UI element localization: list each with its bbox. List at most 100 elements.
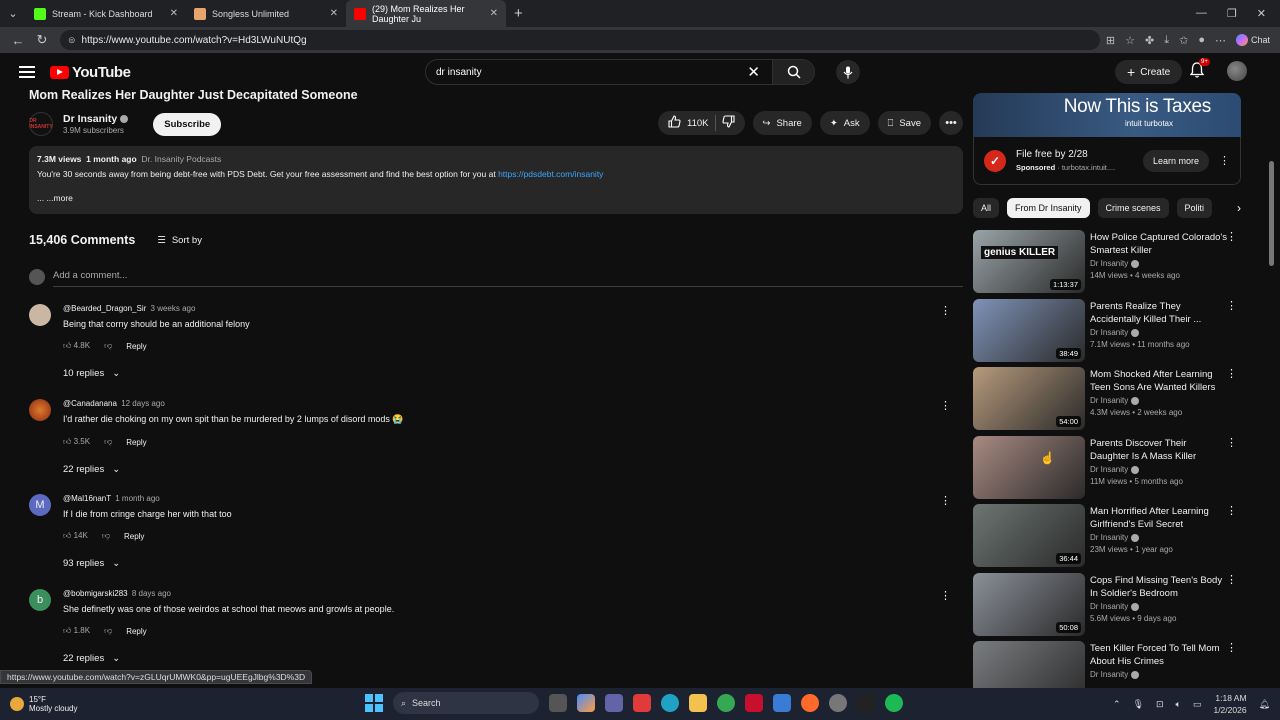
channel-avatar[interactable]: DR INSANITY	[29, 112, 53, 136]
save-button[interactable]: ⎕ Save	[877, 111, 931, 135]
comment-menu-icon[interactable]: ⋮	[940, 494, 951, 507]
media-icon[interactable]	[801, 694, 819, 712]
description-link[interactable]: https://pdsdebt.com/insanity	[498, 169, 603, 179]
comment-author[interactable]: @Bearded_Dragon_Sir	[63, 304, 146, 313]
close-window-icon[interactable]: ✕	[1257, 7, 1266, 20]
chip-all[interactable]: All	[973, 198, 1000, 218]
comment-author[interactable]: @bobmigarski283	[63, 589, 128, 598]
channel-name[interactable]: Dr Insanity	[63, 113, 117, 125]
comment-time[interactable]: 8 days ago	[132, 589, 171, 598]
ask-button[interactable]: ✦ Ask	[819, 111, 870, 135]
tab-youtube[interactable]: (29) Mom Realizes Her Daughter Ju ✕	[346, 0, 506, 27]
menu-dots-icon[interactable]: ⋯	[1215, 34, 1226, 47]
video-title[interactable]: How Police Captured Colorado's Smartest …	[1090, 231, 1228, 257]
recommended-video[interactable]: 36:44 Man Horrified After Learning Girlfr…	[973, 504, 1243, 568]
close-icon[interactable]: ✕	[170, 8, 178, 19]
chip-from-dr-insanity[interactable]: From Dr Insanity	[1007, 198, 1090, 218]
video-menu-icon[interactable]: ⋮	[1226, 504, 1237, 517]
chrome-icon[interactable]	[717, 694, 735, 712]
download-icon[interactable]: ⤓	[1164, 34, 1169, 47]
clear-search-icon[interactable]: ✕	[747, 63, 760, 81]
new-tab-button[interactable]: +	[514, 5, 523, 22]
video-thumbnail[interactable]: 50:08	[973, 573, 1085, 636]
video-channel[interactable]: Dr Insanity	[1090, 328, 1128, 337]
ad-menu-icon[interactable]: ⋮	[1219, 154, 1230, 167]
chip-crime-scenes[interactable]: Crime scenes	[1097, 198, 1169, 218]
sort-button[interactable]: ☰ Sort by	[157, 235, 202, 246]
description-box[interactable]: 7.3M views 1 month ago Dr. Insanity Podc…	[29, 146, 963, 214]
share-button[interactable]: ↪ Share	[752, 111, 812, 135]
bookmark-star-icon[interactable]: ☆	[1125, 34, 1135, 47]
extensions-icon[interactable]: ✤	[1145, 34, 1154, 47]
comment-time[interactable]: 1 month ago	[115, 494, 159, 503]
copilot-taskbar-icon[interactable]	[577, 694, 595, 712]
recommended-video[interactable]: genius KILLER 1:13:37 How Police Captured …	[973, 230, 1243, 294]
store-icon[interactable]	[773, 694, 791, 712]
video-channel[interactable]: Dr Insanity	[1090, 602, 1128, 611]
edge-icon[interactable]	[661, 694, 679, 712]
dislike-button[interactable]	[721, 115, 735, 131]
video-title[interactable]: Parents Discover Their Daughter Is A Mas…	[1090, 437, 1228, 463]
chip-politics[interactable]: Politi	[1176, 198, 1213, 218]
notification-center-icon[interactable]: 🔔︎	[1259, 699, 1270, 710]
video-thumbnail[interactable]	[973, 436, 1085, 499]
video-title[interactable]: Teen Killer Forced To Tell Mom About His…	[1090, 642, 1228, 668]
video-channel[interactable]: Dr Insanity	[1090, 465, 1128, 474]
spotify-icon[interactable]	[885, 694, 903, 712]
video-thumbnail[interactable]: genius KILLER 1:13:37	[973, 230, 1085, 293]
microphone-tray-icon[interactable]: 🎙︎	[1133, 699, 1144, 710]
back-icon[interactable]: ←	[6, 33, 30, 48]
search-input[interactable]	[426, 66, 748, 78]
comment-menu-icon[interactable]: ⋮	[940, 589, 951, 602]
close-icon[interactable]: ✕	[330, 8, 338, 19]
clock[interactable]: 1:18 AM 1/2/2026	[1213, 692, 1246, 716]
thumbs-down-icon[interactable]: 👎︎	[104, 341, 112, 351]
comment-time[interactable]: 3 weeks ago	[151, 304, 196, 313]
video-channel[interactable]: Dr Insanity	[1090, 533, 1128, 542]
video-channel[interactable]: Dr Insanity	[1090, 396, 1128, 405]
video-menu-icon[interactable]: ⋮	[1226, 367, 1237, 380]
tab-list-button[interactable]: ⌄	[0, 0, 26, 27]
notifications-button[interactable]: 9+	[1189, 58, 1210, 83]
profile-icon[interactable]: ●	[1198, 34, 1205, 46]
video-thumbnail[interactable]: 36:44	[973, 504, 1085, 567]
voice-search-button[interactable]	[836, 60, 860, 84]
video-menu-icon[interactable]: ⋮	[1226, 299, 1237, 312]
task-view-icon[interactable]	[549, 694, 567, 712]
comment-time[interactable]: 12 days ago	[121, 399, 165, 408]
video-menu-icon[interactable]: ⋮	[1226, 436, 1237, 449]
url-field[interactable]: ⊜ https://www.youtube.com/watch?v=Hd3LWu…	[60, 30, 1100, 50]
thumbs-down-icon[interactable]: 👎︎	[104, 437, 112, 447]
video-menu-icon[interactable]: ⋮	[1226, 230, 1237, 243]
create-button[interactable]: + Create	[1115, 60, 1183, 84]
scrollbar-thumb[interactable]	[1269, 161, 1274, 266]
tab-songless[interactable]: Songless Unlimited ✕	[186, 0, 346, 27]
like-button[interactable]: 👍︎ 4.8K	[63, 341, 90, 351]
view-replies-button[interactable]: 22 replies ⌄	[63, 653, 394, 664]
minimize-icon[interactable]: —	[1196, 7, 1207, 20]
search-button[interactable]	[772, 60, 814, 84]
reply-button[interactable]: Reply	[126, 438, 146, 447]
app-icon[interactable]	[633, 694, 651, 712]
account-avatar[interactable]	[1227, 61, 1247, 81]
video-channel[interactable]: Dr Insanity	[1090, 259, 1128, 268]
taskbar-search[interactable]: ⌕ Search	[393, 692, 539, 714]
video-title[interactable]: Mom Shocked After Learning Teen Sons Are…	[1090, 368, 1228, 394]
show-more-link[interactable]: ... ...more	[37, 193, 955, 203]
windows-start-icon[interactable]	[365, 694, 383, 712]
recommended-video[interactable]: 54:00 Mom Shocked After Learning Teen Son…	[973, 367, 1243, 431]
video-title[interactable]: Parents Realize They Accidentally Killed…	[1090, 300, 1228, 326]
view-replies-button[interactable]: 10 replies ⌄	[63, 368, 250, 379]
video-channel[interactable]: Dr Insanity	[1090, 670, 1128, 679]
comment-author[interactable]: @Canadanana	[63, 399, 117, 408]
like-button[interactable]: 👍︎ 1.8K	[63, 626, 90, 636]
reload-icon[interactable]: ↻	[30, 32, 54, 48]
install-app-icon[interactable]: ⊞	[1106, 34, 1115, 47]
view-replies-button[interactable]: 22 replies ⌄	[63, 464, 404, 475]
battery-icon[interactable]: ▭	[1193, 699, 1202, 710]
video-thumbnail[interactable]: 54:00	[973, 367, 1085, 430]
reply-button[interactable]: Reply	[126, 627, 146, 636]
comment-avatar[interactable]: b	[29, 589, 51, 611]
hamburger-menu-icon[interactable]	[19, 66, 35, 78]
ad-title[interactable]: File free by 2/28	[1016, 149, 1115, 160]
